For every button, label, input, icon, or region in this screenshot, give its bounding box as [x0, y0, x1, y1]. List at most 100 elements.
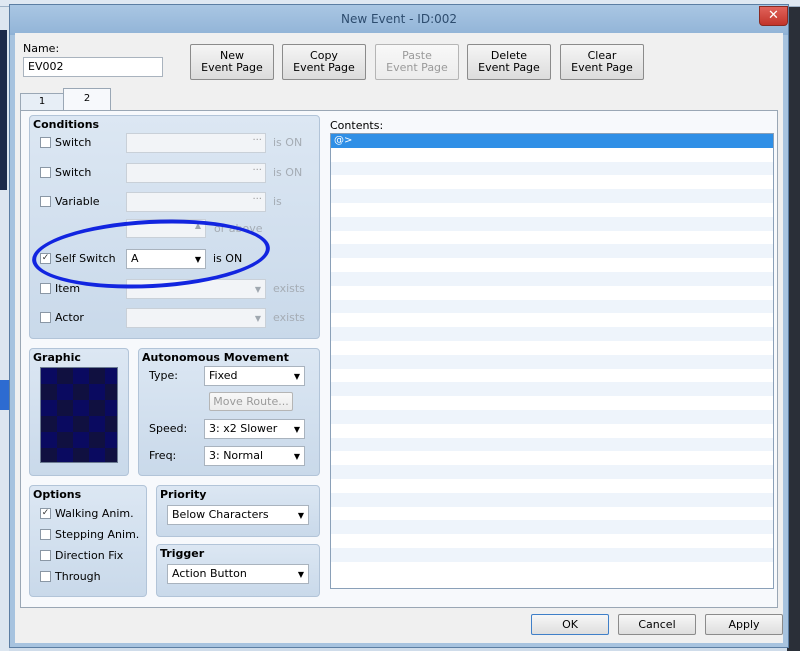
through-label: Through	[55, 570, 101, 583]
contents-empty-row	[331, 547, 773, 562]
trigger-title: Trigger	[160, 547, 205, 560]
movement-speed-value: 3: x2 Slower	[209, 422, 278, 435]
graphic-group: Graphic	[29, 348, 129, 476]
contents-empty-row	[331, 327, 773, 341]
direction-fix-label: Direction Fix	[55, 549, 124, 562]
contents-empty-row	[331, 271, 773, 286]
switch1-suffix: is ON	[273, 136, 303, 149]
name-input[interactable]: EV002	[23, 57, 163, 77]
paste-event-page-line2: Event Page	[386, 61, 448, 74]
contents-list[interactable]: @>	[330, 133, 774, 589]
title-bar[interactable]: New Event - ID:002 ✕	[10, 5, 788, 33]
apply-button[interactable]: Apply	[705, 614, 783, 635]
contents-empty-row	[331, 492, 773, 507]
actor-label: Actor	[55, 311, 84, 324]
contents-empty-row	[331, 479, 773, 493]
chevron-down-icon: ▼	[293, 425, 300, 434]
autonomous-movement-group: Autonomous Movement Type: Fixed ▼ Move Ro…	[138, 348, 320, 476]
delete-event-page-line2: Event Page	[478, 61, 540, 74]
paste-event-page-button[interactable]: Paste Event Page	[375, 44, 459, 80]
contents-empty-row	[331, 189, 773, 203]
contents-line[interactable]: @>	[331, 134, 773, 148]
ellipsis-icon: ···	[252, 194, 262, 205]
actor-suffix: exists	[273, 311, 305, 324]
trigger-value: Action Button	[172, 567, 247, 580]
contents-empty-row	[331, 175, 773, 189]
priority-select[interactable]: Below Characters ▼	[167, 505, 309, 525]
walking-anim-checkbox[interactable]: ✓	[40, 508, 51, 519]
movement-freq-select[interactable]: 3: Normal ▼	[204, 446, 305, 466]
contents-empty-row	[331, 313, 773, 327]
movement-speed-select[interactable]: 3: x2 Slower ▼	[204, 419, 305, 439]
tab-page-1[interactable]: 1	[20, 93, 64, 110]
event-dialog: New Event - ID:002 ✕ Name: EV002 New Even…	[9, 4, 789, 648]
variable-checkbox[interactable]	[40, 196, 51, 207]
contents-empty-row	[331, 562, 773, 576]
switch2-suffix: is ON	[273, 166, 303, 179]
contents-empty-row	[331, 369, 773, 383]
switch1-label: Switch	[55, 136, 92, 149]
switch1-checkbox[interactable]	[40, 137, 51, 148]
ellipsis-icon: ···	[252, 135, 262, 146]
switch2-selector[interactable]: ···	[126, 163, 266, 183]
graphic-title: Graphic	[33, 351, 81, 364]
clear-event-page-button[interactable]: Clear Event Page	[560, 44, 644, 80]
background-left-blue	[0, 380, 9, 410]
new-event-page-line2: Event Page	[201, 61, 263, 74]
ellipsis-icon: ···	[252, 165, 262, 176]
delete-event-page-button[interactable]: Delete Event Page	[467, 44, 551, 80]
contents-empty-row	[331, 148, 773, 162]
contents-empty-row	[331, 520, 773, 535]
through-checkbox[interactable]	[40, 571, 51, 582]
tab-page-2[interactable]: 2	[63, 88, 111, 111]
item-checkbox[interactable]	[40, 283, 51, 294]
chevron-down-icon: ▼	[293, 452, 300, 461]
checkmark-icon: ✓	[41, 508, 50, 518]
close-icon: ✕	[768, 8, 779, 23]
cancel-button[interactable]: Cancel	[618, 614, 696, 635]
contents-empty-row	[331, 299, 773, 314]
item-suffix: exists	[273, 282, 305, 295]
graphic-preview[interactable]	[40, 367, 118, 463]
contents-empty-row	[331, 231, 773, 245]
contents-label: Contents:	[330, 119, 384, 132]
switch2-label: Switch	[55, 166, 92, 179]
contents-empty-row	[331, 534, 773, 548]
stepping-anim-checkbox[interactable]	[40, 529, 51, 540]
contents-empty-row	[331, 507, 773, 521]
close-button[interactable]: ✕	[759, 6, 788, 26]
contents-empty-row	[331, 437, 773, 452]
new-event-page-button[interactable]: New Event Page	[190, 44, 274, 80]
actor-checkbox[interactable]	[40, 312, 51, 323]
contents-empty-row	[331, 244, 773, 259]
options-group: Options ✓ Walking Anim. Stepping Anim. D…	[29, 485, 147, 597]
switch1-selector[interactable]: ···	[126, 133, 266, 153]
chevron-down-icon: ▼	[293, 372, 300, 381]
move-route-button[interactable]: Move Route...	[209, 392, 293, 411]
priority-value: Below Characters	[172, 508, 269, 521]
trigger-group: Trigger Action Button ▼	[156, 544, 320, 597]
actor-select[interactable]: ▼	[126, 308, 266, 328]
priority-title: Priority	[160, 488, 207, 501]
clear-event-page-line2: Event Page	[571, 61, 633, 74]
priority-group: Priority Below Characters ▼	[156, 485, 320, 537]
direction-fix-checkbox[interactable]	[40, 550, 51, 561]
conditions-title: Conditions	[33, 118, 100, 131]
movement-freq-label: Freq:	[149, 449, 177, 462]
copy-event-page-button[interactable]: Copy Event Page	[282, 44, 366, 80]
contents-empty-row	[331, 216, 773, 231]
contents-empty-row	[331, 424, 773, 438]
chevron-down-icon: ▼	[297, 511, 304, 520]
trigger-select[interactable]: Action Button ▼	[167, 564, 309, 584]
movement-type-select[interactable]: Fixed ▼	[204, 366, 305, 386]
contents-empty-row	[331, 161, 773, 176]
ok-button[interactable]: OK	[531, 614, 609, 635]
contents-empty-row	[331, 258, 773, 272]
chevron-down-icon: ▼	[297, 570, 304, 579]
movement-speed-label: Speed:	[149, 422, 188, 435]
contents-empty-row	[331, 354, 773, 369]
variable-selector[interactable]: ···	[126, 192, 266, 212]
background-left-image	[0, 30, 7, 190]
movement-type-label: Type:	[149, 369, 178, 382]
switch2-checkbox[interactable]	[40, 167, 51, 178]
